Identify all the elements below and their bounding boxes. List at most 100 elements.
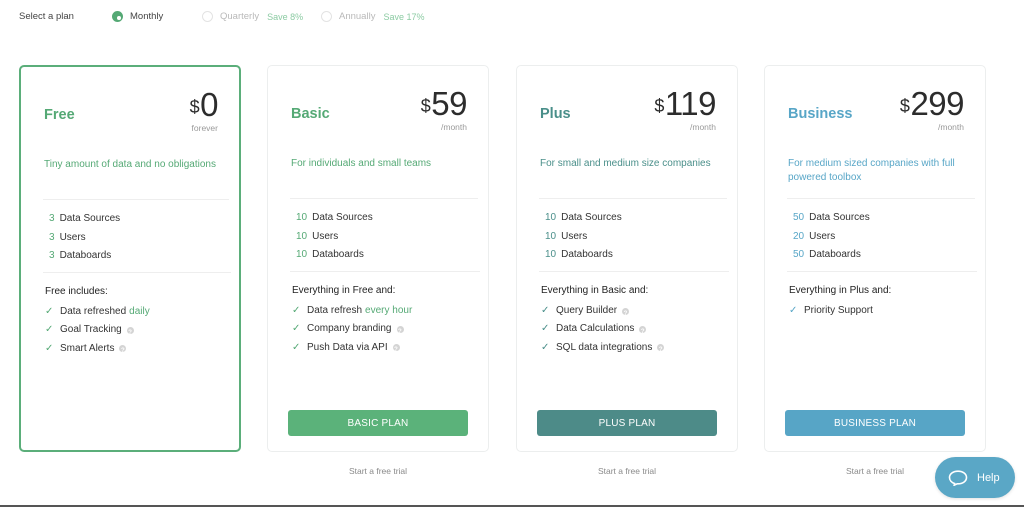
save-badge: Save 17% [383,11,425,22]
help-tooltip-icon[interactable] [126,326,134,340]
currency-symbol: $ [899,96,910,116]
limit-item: 10 Databoards [296,248,373,267]
feature-item: ✓ Push Data via API [292,339,412,357]
help-tooltip-icon[interactable] [119,344,127,358]
feature-text: Data Calculations [556,323,635,335]
feature-item: ✓ Goal Tracking [45,321,150,340]
basic-plan-button[interactable]: BASIC PLAN [288,410,468,436]
limit-item: 3 Data Sources [49,212,120,231]
check-icon: ✓ [541,341,550,353]
limit-count: 50 [793,249,805,260]
check-icon: ✓ [292,341,301,353]
price-amount: 0 [200,86,218,123]
limit-count: 3 [49,231,55,243]
feature-highlight: every hour [365,305,413,317]
plan-name: Plus [540,106,571,122]
plan-name: Free [44,107,75,123]
limit-count: 10 [545,230,557,242]
feature-item: ✓ SQL data integrations [541,339,665,357]
limit-label: Users [59,231,86,243]
check-icon: ✓ [45,342,54,354]
features-title: Everything in Plus and: [789,285,892,296]
check-icon: ✓ [292,305,301,317]
feature-text: Priority Support [804,305,873,317]
currency-symbol: $ [420,96,431,116]
price-period: /month [441,122,467,132]
radio-quarterly[interactable] [202,11,213,22]
help-tooltip-icon[interactable] [396,325,404,339]
plan-features: Everything in Basic and: ✓ Query Builder… [541,284,665,357]
limit-count: 10 [296,212,308,223]
business-plan-button[interactable]: BUSINESS PLAN [785,410,965,436]
divider [787,271,977,272]
feature-item: ✓ Data refreshed daily [45,303,150,321]
limit-count: 50 [793,212,805,223]
feature-text: Query Builder [556,305,618,317]
start-free-trial-link[interactable]: Start a free trial [267,466,489,476]
feature-item: ✓ Data refresh every hour [292,302,412,320]
limit-count: 10 [545,249,557,260]
plan-limits: 50 Data Sources 20 Users 50 Databoards [793,211,870,267]
price-amount: 119 [664,85,717,122]
radio-annually[interactable] [321,11,332,22]
feature-text: Smart Alerts [60,342,115,354]
plan-description: For small and medium size companies [540,158,711,169]
help-button[interactable]: Help [935,457,1015,498]
billing-option-monthly[interactable]: Monthly [112,9,163,24]
feature-highlight: daily [129,306,150,318]
plan-description: Tiny amount of data and no obligations [44,159,216,170]
divider [43,199,229,200]
price-period: forever [191,123,218,133]
limit-item: 3 Databoards [49,249,120,268]
plan-name: Business [788,106,853,122]
help-label: Help [977,471,1000,484]
plan-card-plus: Plus $119 /month For small and medium si… [516,65,738,452]
limit-label: Users [809,230,836,242]
divider [539,198,727,199]
help-tooltip-icon[interactable] [639,325,647,339]
limit-count: 3 [49,250,55,261]
feature-text: Data refreshed [60,306,127,318]
feature-item: ✓ Smart Alerts [45,340,150,358]
billing-option-annually[interactable]: Annually Save 17% [321,9,424,24]
limit-label: Data Sources [561,212,622,223]
plan-features: Free includes: ✓ Data refreshed daily ✓ … [45,285,150,358]
currency-symbol: $ [654,96,664,116]
limit-label: Users [561,230,588,242]
price-amount: 59 [431,85,467,122]
limit-item: 3 Users [49,231,120,250]
feature-item: ✓ Company branding [292,320,412,339]
help-tooltip-icon[interactable] [622,307,630,321]
plan-price: $59 /month [420,85,468,133]
plan-card-basic: Basic $59 /month For individuals and sma… [267,65,489,452]
plus-plan-button[interactable]: PLUS PLAN [537,410,717,436]
plan-price: $299 /month [899,86,965,133]
billing-option-label: Annually [339,11,376,22]
feature-text: Goal Tracking [60,324,122,336]
start-free-trial-link[interactable]: Start a free trial [516,466,738,476]
limit-label: Data Sources [312,212,373,223]
plan-limits: 10 Data Sources 10 Users 10 Databoards [296,211,373,267]
divider [290,198,478,199]
billing-option-label: Monthly [130,11,164,22]
billing-period-selector: Select a plan Monthly Quarterly Save 8% … [0,0,1024,34]
divider [539,271,729,272]
help-tooltip-icon[interactable] [392,343,400,357]
features-title: Everything in Free and: [292,285,396,296]
plan-name: Basic [291,106,330,122]
price-period: /month [938,122,964,132]
limit-item: 20 Users [793,230,870,249]
limit-label: Users [312,230,339,242]
help-tooltip-icon[interactable] [657,343,665,357]
feature-item: ✓ Priority Support [789,302,891,320]
feature-item: ✓ Data Calculations [541,320,664,339]
check-icon: ✓ [541,305,550,317]
plan-price: $119 /month [654,85,717,133]
divider [787,198,975,199]
billing-option-quarterly[interactable]: Quarterly Save 8% [202,9,303,24]
limit-item: 50 Data Sources [793,211,870,230]
limit-item: 10 Data Sources [296,211,373,230]
plan-limits: 10 Data Sources 10 Users 10 Databoards [545,211,622,267]
billing-option-label: Quarterly [220,11,260,22]
radio-monthly[interactable] [112,11,123,22]
